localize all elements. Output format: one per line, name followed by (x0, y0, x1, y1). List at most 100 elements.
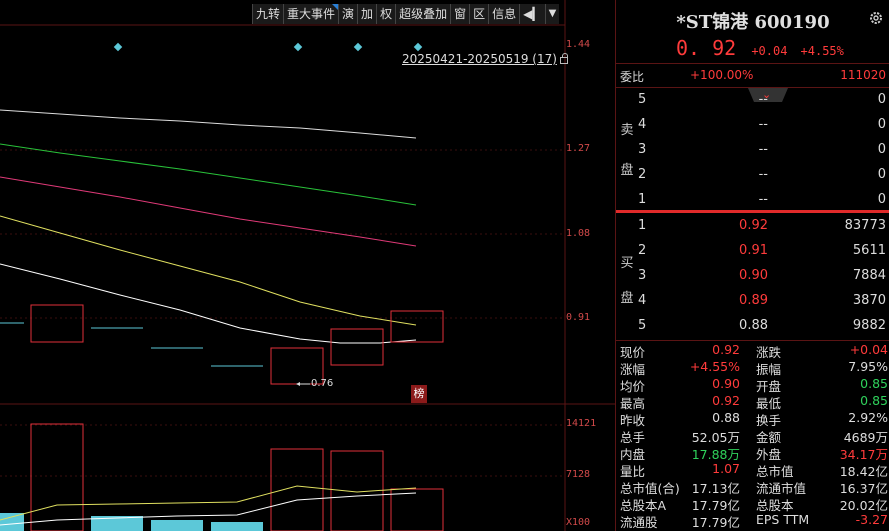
volume-bar[interactable] (30, 423, 84, 531)
level: 2 (638, 167, 647, 182)
buy-book: 买 盘 1 0.92 83773 2 0.91 5611 3 0.90 7884 4 0.89… (616, 214, 889, 340)
stat-value: 0.90 (712, 376, 740, 391)
volume-axis-label: 14121 (566, 418, 597, 429)
lock-icon[interactable] (559, 53, 568, 64)
buy-row[interactable]: 5 0.88 9882 (638, 314, 888, 339)
kline-svg[interactable] (0, 0, 615, 531)
ask-volume: 0 (877, 92, 886, 107)
toolbar-label: 重大事件 (287, 7, 336, 21)
stat-row: 最高 0.92 最低 0.85 (620, 393, 888, 411)
stat-row: 现价 0.92 涨跌 +0.04 (620, 342, 888, 360)
level: 1 (638, 218, 647, 233)
ask-volume: 0 (877, 117, 886, 132)
sell-row[interactable]: 3 -- 0 (638, 138, 888, 163)
ask-price: -- (758, 92, 768, 107)
stat-value: 0.85 (860, 393, 888, 408)
low-marker (296, 382, 310, 386)
volume-bar[interactable] (270, 448, 324, 531)
stat-row: 总股本A 17.79亿 总股本 20.02亿 (620, 495, 888, 513)
kline-chart[interactable]: 九转 重大事件 演 加 权 超级叠加 窗 区 信息 ◀▎ ▼ 20250421-… (0, 0, 615, 531)
stat-row: 总市值(合) 17.13亿 流通市值 16.37亿 (620, 478, 888, 496)
ask-price: -- (758, 167, 768, 182)
price-axis-label: 1.27 (566, 143, 591, 154)
ask-price: -- (758, 192, 768, 207)
rank-badge[interactable]: 榜 (411, 385, 427, 403)
stat-row: 流通股 17.79亿 EPS TTM -3.27 (620, 512, 888, 530)
toolbar-window[interactable]: 窗 (450, 4, 470, 24)
stat-value: 17.79亿 (691, 515, 740, 530)
sell-row[interactable]: 4 -- 0 (638, 113, 888, 138)
buy-row[interactable]: 1 0.92 83773 (638, 214, 888, 239)
ask-price: -- (758, 142, 768, 157)
price-axis-label: 1.44 (566, 39, 591, 50)
toolbar-yan[interactable]: 演 (338, 4, 358, 24)
bid-price: 0.90 (739, 268, 768, 283)
buy-row[interactable]: 2 0.91 5611 (638, 239, 888, 264)
event-marker[interactable] (293, 42, 303, 52)
toolbar-info[interactable]: 信息 (488, 4, 520, 24)
stat-row: 昨收 0.88 换手 2.92% (620, 410, 888, 428)
ma20-line (0, 176, 417, 247)
stat-row: 内盘 17.88万 外盘 34.17万 (620, 444, 888, 462)
toolbar-label: 加 (361, 7, 374, 21)
bid-volume: 5611 (852, 243, 886, 258)
volume-bar[interactable] (0, 513, 24, 531)
ask-price: -- (758, 117, 768, 132)
range-label[interactable]: 20250421-20250519 (17) (402, 52, 568, 66)
sell-side-label: 卖 盘 (620, 108, 634, 188)
stock-title[interactable]: *ST锦港 600190 (616, 8, 889, 34)
stat-value: 0.92 (712, 342, 740, 357)
price-axis-label: 0.91 (566, 312, 591, 323)
play-left-icon[interactable]: ◀▎ (519, 4, 545, 24)
price-axis-label: 1.08 (566, 228, 591, 239)
toolbar-label: 权 (380, 7, 393, 21)
event-marker[interactable] (113, 42, 123, 52)
weibi-pct: +100.00% (690, 68, 754, 82)
toolbar-label: 九转 (256, 7, 281, 21)
stat-value: 7.95% (848, 359, 888, 374)
level: 3 (638, 268, 647, 283)
toolbar-label: 超级叠加 (399, 7, 448, 21)
event-marker[interactable] (413, 42, 423, 52)
toolbar-label: 演 (342, 7, 355, 21)
stat-value: 1.07 (712, 461, 740, 476)
stat-row: 涨幅 +4.55% 振幅 7.95% (620, 359, 888, 377)
ma10-line (0, 215, 417, 326)
toolbar-zone[interactable]: 区 (469, 4, 489, 24)
sell-row[interactable]: 5 -- 0 (638, 88, 888, 113)
level: 5 (638, 318, 647, 333)
ma5-line (0, 263, 417, 344)
volume-bar[interactable] (211, 522, 263, 531)
triangle-down-icon[interactable]: ▼ (544, 4, 560, 24)
stat-label: EPS TTM (756, 512, 810, 527)
volume-bar[interactable] (390, 488, 444, 531)
toolbar-major-events[interactable]: 重大事件 (283, 4, 339, 24)
event-marker[interactable] (353, 42, 363, 52)
buy-row[interactable]: 3 0.90 7884 (638, 264, 888, 289)
toolbar-super-overlay[interactable]: 超级叠加 (395, 4, 451, 24)
toolbar-quan[interactable]: 权 (376, 4, 396, 24)
level: 4 (638, 293, 647, 308)
gear-icon[interactable] (868, 10, 884, 26)
toolbar-jiuzhuan[interactable]: 九转 (252, 4, 284, 24)
toolbar-jia[interactable]: 加 (357, 4, 377, 24)
price-change: +0.04 (751, 44, 788, 58)
chart-toolbar: 九转 重大事件 演 加 权 超级叠加 窗 区 信息 ◀▎ ▼ (252, 4, 560, 26)
price-change-pct: +4.55% (800, 44, 844, 58)
event-markers[interactable] (113, 42, 423, 52)
candle-up[interactable] (390, 310, 444, 343)
candles[interactable] (0, 304, 444, 385)
ask-volume: 0 (877, 167, 886, 182)
volume-bar[interactable] (151, 520, 203, 531)
sell-row[interactable]: 2 -- 0 (638, 163, 888, 188)
volume-ma10-line (0, 492, 417, 526)
bid-price: 0.91 (739, 243, 768, 258)
volume-axis-label: 7128 (566, 469, 591, 480)
bid-price: 0.92 (739, 218, 768, 233)
buy-row[interactable]: 4 0.89 3870 (638, 289, 888, 314)
candle-up[interactable] (330, 328, 384, 366)
buy-label-char: 买 (620, 256, 634, 271)
candle-up[interactable] (30, 304, 84, 343)
level: 5 (638, 92, 647, 107)
price-row: 0. 92 +0.04 +4.55% (676, 36, 852, 60)
